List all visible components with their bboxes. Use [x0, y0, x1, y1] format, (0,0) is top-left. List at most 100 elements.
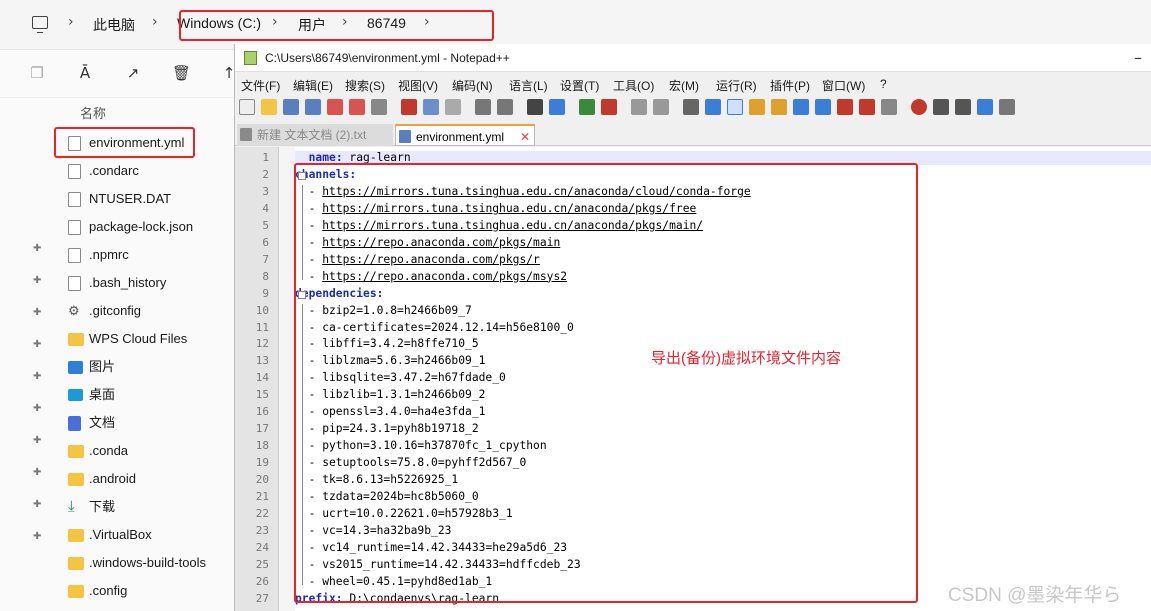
paste-icon[interactable] — [445, 99, 461, 115]
folder-row[interactable]: ⤓ 下载 — [68, 495, 228, 519]
view-icon[interactable] — [881, 99, 897, 115]
folder-row[interactable]: 文档 — [68, 411, 228, 435]
line-number: 7 — [262, 252, 269, 266]
folder-row[interactable]: .config — [68, 579, 228, 603]
show-all-chars-icon[interactable] — [705, 99, 721, 115]
pin-icon[interactable]: ✚ — [33, 499, 43, 510]
new-file-icon[interactable] — [239, 99, 255, 115]
line-number: 22 — [255, 506, 269, 520]
pin-icon[interactable]: ✚ — [33, 467, 43, 478]
menu-window[interactable]: 窗口(W) — [822, 77, 865, 94]
menu-run[interactable]: 运行(R) — [716, 77, 757, 94]
folder-workspace-icon[interactable] — [815, 99, 831, 115]
play-icon[interactable] — [955, 99, 971, 115]
tab-new-text-document[interactable]: 新建 文本文档 (2).txt — [237, 124, 393, 146]
highlight-box-file — [54, 127, 195, 158]
fold-margin — [279, 147, 295, 611]
close-tab-icon[interactable]: ✕ — [520, 127, 530, 147]
folder-row[interactable]: WPS Cloud Files — [68, 327, 228, 351]
close-file-icon[interactable] — [327, 99, 343, 115]
pin-icon[interactable]: ✚ — [33, 339, 43, 350]
replace-icon[interactable] — [549, 99, 565, 115]
menu-file[interactable]: 文件(F) — [241, 77, 280, 94]
computer-icon[interactable] — [32, 16, 48, 33]
monitoring-icon[interactable] — [837, 99, 853, 115]
zoom-in-icon[interactable] — [579, 99, 595, 115]
save-macro-icon[interactable] — [999, 99, 1015, 115]
delete-icon[interactable]: 🗑 — [172, 64, 191, 82]
open-file-icon[interactable] — [261, 99, 277, 115]
close-all-icon[interactable] — [349, 99, 365, 115]
find-icon[interactable] — [527, 99, 543, 115]
pin-icon[interactable]: ✚ — [33, 275, 43, 286]
line-number: 14 — [255, 371, 269, 385]
menu-help[interactable]: ? — [880, 77, 887, 91]
save-all-icon[interactable] — [305, 99, 321, 115]
file-row[interactable]: .bash_history — [68, 271, 228, 295]
rename-icon[interactable]: Ā — [76, 64, 94, 82]
file-row[interactable]: ⚙ .gitconfig — [68, 299, 228, 323]
undo-icon[interactable] — [475, 99, 491, 115]
file-row[interactable]: .npmrc — [68, 243, 228, 267]
folder-row[interactable]: .VirtualBox — [68, 523, 228, 547]
indent-guide-icon[interactable] — [727, 99, 743, 115]
sync-vertical-icon[interactable] — [631, 99, 647, 115]
folder-icon — [68, 557, 84, 570]
folder-icon — [68, 333, 84, 346]
menu-view[interactable]: 视图(V) — [398, 77, 438, 94]
folder-icon — [68, 445, 84, 458]
notepad-app-icon — [244, 51, 257, 65]
udl-icon[interactable] — [749, 99, 765, 115]
word-wrap-icon[interactable] — [683, 99, 699, 115]
print-icon[interactable] — [371, 99, 387, 115]
menu-edit[interactable]: 编辑(E) — [293, 77, 333, 94]
watermark: CSDN @墨染年华ら — [948, 585, 1122, 606]
file-icon — [68, 276, 81, 291]
line-number: 10 — [255, 303, 269, 317]
pin-icon[interactable]: ✚ — [33, 403, 43, 414]
pin-icon[interactable]: ✚ — [33, 371, 43, 382]
menu-language[interactable]: 语言(L) — [509, 77, 548, 94]
file-row[interactable]: NTUSER.DAT — [68, 187, 228, 211]
menu-macro[interactable]: 宏(M) — [669, 77, 699, 94]
zoom-out-icon[interactable] — [601, 99, 617, 115]
chevron-right-icon: › — [68, 14, 74, 30]
folder-row[interactable]: 图片 — [68, 355, 228, 379]
pin-icon[interactable]: ✚ — [33, 435, 43, 446]
tab-environment-yml[interactable]: environment.yml ✕ — [395, 124, 535, 146]
menu-plugins[interactable]: 插件(P) — [770, 77, 810, 94]
line-number: 16 — [255, 405, 269, 419]
close-icon[interactable]: – — [1134, 48, 1142, 67]
folder-row[interactable]: .android — [68, 467, 228, 491]
stop-icon[interactable] — [933, 99, 949, 115]
record-icon[interactable] — [911, 99, 927, 115]
function-list-icon[interactable] — [793, 99, 809, 115]
folder-row[interactable]: 桌面 — [68, 383, 228, 407]
play-multiple-icon[interactable] — [977, 99, 993, 115]
share-icon[interactable]: ↗ — [124, 64, 142, 82]
file-row[interactable]: package-lock.json — [68, 215, 228, 239]
explorer-toolbar: ❐ Ā ↗ 🗑 ↑ — [0, 50, 236, 98]
breadcrumb-this-pc[interactable]: 此电脑 — [93, 15, 135, 35]
record-macro-icon[interactable] — [859, 99, 875, 115]
file-row[interactable]: .condarc — [68, 159, 228, 183]
copy-icon[interactable] — [423, 99, 439, 115]
menu-encoding[interactable]: 编码(N) — [452, 77, 493, 94]
folder-row[interactable]: .windows-build-tools — [68, 551, 228, 575]
folder-row[interactable]: .conda — [68, 439, 228, 463]
sync-horizontal-icon[interactable] — [653, 99, 669, 115]
copy-icon[interactable]: ❐ — [28, 64, 46, 82]
menu-tools[interactable]: 工具(O) — [613, 77, 654, 94]
menu-settings[interactable]: 设置(T) — [560, 77, 599, 94]
redo-icon[interactable] — [497, 99, 513, 115]
pin-icon[interactable]: ✚ — [33, 307, 43, 318]
cut-icon[interactable] — [401, 99, 417, 115]
chevron-right-icon: › — [152, 14, 158, 30]
pin-icon[interactable]: ✚ — [33, 531, 43, 542]
pin-icon[interactable]: ✚ — [33, 243, 43, 254]
menu-search[interactable]: 搜索(S) — [345, 77, 385, 94]
line-number: 6 — [262, 235, 269, 249]
save-icon[interactable] — [283, 99, 299, 115]
column-header-name[interactable]: 名称 — [80, 103, 106, 122]
doc-map-icon[interactable] — [771, 99, 787, 115]
